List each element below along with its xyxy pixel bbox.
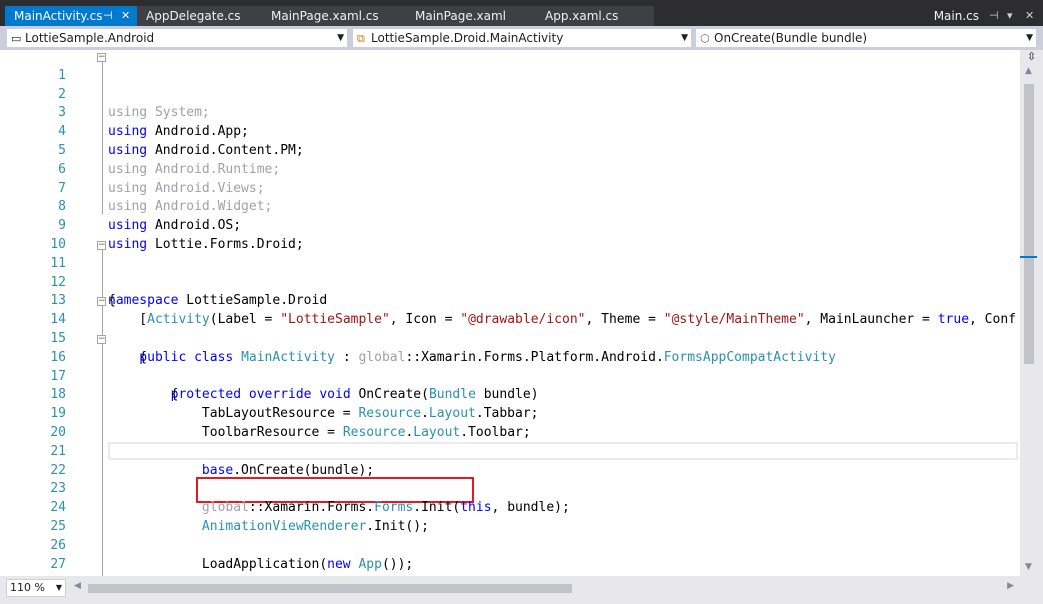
chevron-down-icon: ▼ xyxy=(1026,33,1033,43)
method-icon: ⬡ xyxy=(700,32,710,45)
scroll-thumb[interactable] xyxy=(1024,84,1034,364)
code-line-15: 15 { xyxy=(0,311,1020,365)
vertical-scrollbar[interactable]: ⇳ ▲ ▼ xyxy=(1020,50,1043,576)
code-line-1: 1 − using System; xyxy=(0,50,1020,121)
code-line-23: 23 global::Xamarin.Forms.Forms.Init(this… xyxy=(0,462,1020,515)
code-line-19: 19 ToolbarResource = Resource.Layout.Too… xyxy=(0,386,1020,440)
pin-icon[interactable]: ⊣ xyxy=(989,6,999,26)
code-line-12: 12 { xyxy=(0,255,1020,309)
code-line-25: 25 xyxy=(0,499,1020,534)
tab-mainpage-xaml-cs[interactable]: MainPage.xaml.cs xyxy=(262,6,408,26)
code-line-27: 27 } xyxy=(0,537,1020,576)
scroll-right-icon[interactable]: ▶ xyxy=(1007,581,1014,591)
code-line-14: 14 − public class MainActivity : global:… xyxy=(0,292,1020,365)
code-line-28: 28 } xyxy=(0,556,1020,576)
code-line-24: 24 AnimationViewRenderer.Init(); xyxy=(0,480,1020,534)
type-label: LottieSample.Droid.MainActivity xyxy=(371,31,564,45)
code-line-4: 4 using Android.Content.PM; xyxy=(0,104,1020,158)
code-line-5: 5 using Android.Runtime; xyxy=(0,123,1020,177)
code-line-18: 18 TabLayoutResource = Resource.Layout.T… xyxy=(0,368,1020,421)
close-icon[interactable]: ✕ xyxy=(121,6,130,26)
tab-label: MainPage.xaml xyxy=(415,9,506,23)
code-line-3: 3 using Android.App; xyxy=(0,86,1020,139)
close-icon[interactable]: ✕ xyxy=(1025,6,1034,26)
type-dropdown[interactable]: ⧉ LottieSample.Droid.MainActivity ▼ xyxy=(352,28,692,48)
chevron-down-icon: ▼ xyxy=(337,33,344,43)
code-line-11: 11 − namespace LottieSample.Droid xyxy=(0,236,1020,309)
pin-icon[interactable]: ⊣ xyxy=(103,6,113,26)
caret-position-marker xyxy=(1020,256,1037,258)
zoom-level: 110 % xyxy=(10,581,45,594)
code-line-8: 8 using Android.OS; xyxy=(0,180,1020,233)
tab-app-xaml-cs[interactable]: App.xaml.cs xyxy=(536,6,654,26)
code-line-13: 13 [Activity(Label = "LottieSample", Ico… xyxy=(0,274,1020,327)
code-line-20: 20 xyxy=(0,405,1020,440)
member-label: OnCreate(Bundle bundle) xyxy=(714,31,868,45)
project-label: LottieSample.Android xyxy=(25,31,155,45)
collapse-icon[interactable]: − xyxy=(97,53,106,62)
code-editor[interactable]: 1 − using System; 2 3 using Android.App;… xyxy=(0,50,1020,576)
code-line-9: 9 using Lottie.Forms.Droid; xyxy=(0,198,1020,252)
zoom-dropdown[interactable]: 110 % ▼ xyxy=(6,579,66,597)
scroll-down-icon[interactable]: ▼ xyxy=(1025,562,1032,572)
chevron-down-icon: ▼ xyxy=(55,583,62,592)
code-line-10: 10 xyxy=(0,217,1020,252)
scroll-left-icon[interactable]: ◀ xyxy=(74,581,81,591)
class-icon: ⧉ xyxy=(357,32,365,45)
code-line-6: 6 using Android.Views; xyxy=(0,142,1020,196)
tab-mainpage-xaml[interactable]: MainPage.xaml xyxy=(408,6,536,26)
scroll-up-icon[interactable]: ▲ xyxy=(1025,66,1032,76)
dropdown-icon[interactable]: ▾ xyxy=(1007,6,1013,26)
tab-label: App.xaml.cs xyxy=(545,9,619,23)
code-line-26: 26 LoadApplication(new App()); xyxy=(0,518,1020,572)
code-line-2: 2 xyxy=(0,67,1020,102)
tab-appdelegate-cs[interactable]: AppDelegate.cs xyxy=(137,6,262,26)
collapse-icon[interactable]: − xyxy=(97,297,106,307)
navigation-bar: ▭ LottieSample.Android ▼ ⧉ LottieSample.Dr… xyxy=(0,26,1043,50)
tab-label: MainPage.xaml.cs xyxy=(271,9,379,23)
collapse-icon[interactable]: − xyxy=(97,241,106,250)
tab-label: AppDelegate.cs xyxy=(146,9,241,23)
tab-main-cs[interactable]: Main.cs ⊣ ▾ ✕ xyxy=(923,6,1043,26)
code-line-21: 21 base.OnCreate(bundle); xyxy=(0,424,1020,478)
split-window-icon[interactable]: ⇳ xyxy=(1020,50,1043,64)
scroll-thumb[interactable] xyxy=(88,584,572,593)
tab-label: Main.cs xyxy=(933,9,979,23)
horizontal-scrollbar[interactable]: ◀ ▶ xyxy=(70,579,1020,597)
collapse-icon[interactable]: − xyxy=(97,335,106,344)
code-line-16: 16 − protected override void OnCreate(Bu… xyxy=(0,330,1020,403)
chevron-down-icon: ▼ xyxy=(681,33,688,43)
editor-bottom-bar: 110 % ▼ ◀ ▶ xyxy=(0,576,1043,604)
code-line-17: 17 { xyxy=(0,349,1020,403)
code-line-22: 22 xyxy=(0,443,1020,478)
project-icon: ▭ xyxy=(11,32,22,45)
document-tab-bar: MainActivity.cs ⊣ ✕ AppDelegate.cs MainP… xyxy=(0,0,1043,26)
member-dropdown[interactable]: ⬡ OnCreate(Bundle bundle) ▼ xyxy=(695,28,1037,48)
tab-label: MainActivity.cs xyxy=(14,9,103,23)
project-dropdown[interactable]: ▭ LottieSample.Android ▼ xyxy=(6,28,348,48)
code-line-7: 7 using Android.Widget; xyxy=(0,161,1020,215)
tab-mainactivity-cs[interactable]: MainActivity.cs ⊣ ✕ xyxy=(5,6,137,26)
